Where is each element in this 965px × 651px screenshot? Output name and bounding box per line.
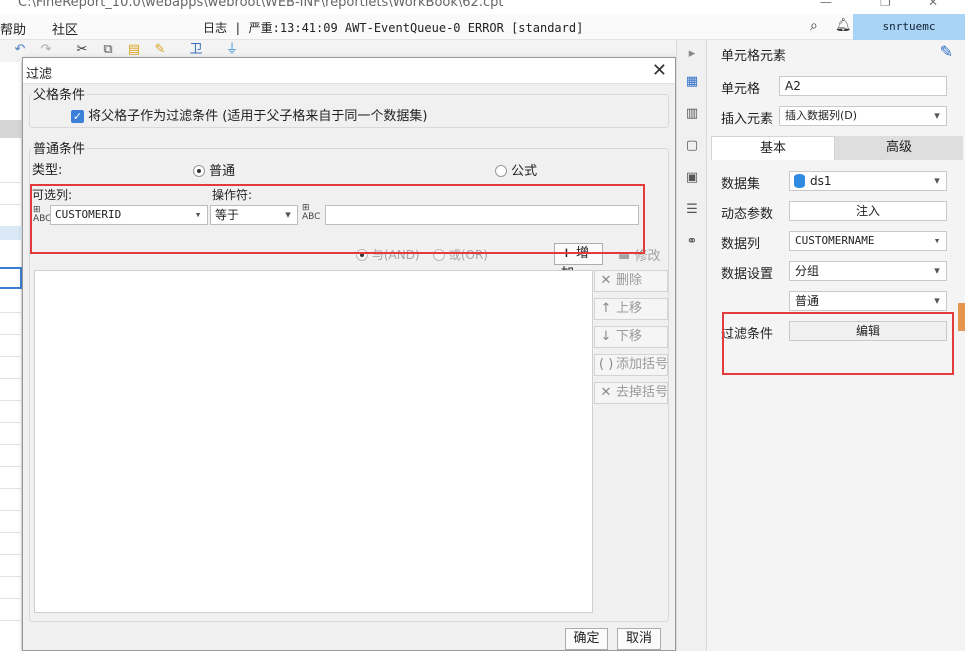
search-icon[interactable]: ⌕ (810, 18, 818, 34)
cancel-button[interactable]: 取消 (617, 628, 661, 650)
redo-icon[interactable]: ↷ (38, 42, 54, 58)
remove-bracket-icon: ✕ (600, 385, 612, 400)
dialog-title-bar: 过滤 ✕ (23, 58, 675, 84)
panel-title: 单元格元素 (721, 49, 787, 64)
copy-icon[interactable]: ⧉ (100, 42, 116, 58)
maximize-icon[interactable]: ❐ (880, 0, 891, 9)
move-down-button[interactable]: ↓ 下移 (594, 326, 668, 348)
add-bracket-button[interactable]: ( ) 添加括号 (594, 354, 668, 376)
tab-basic[interactable]: 基本 (711, 136, 835, 160)
chevron-down-icon[interactable]: ▾ (928, 232, 946, 250)
close-window-icon[interactable]: ✕ (928, 0, 938, 9)
menu-bar: 帮助 社区 日志 | 严重:13:41:09 AWT-EventQueue-0 … (0, 14, 965, 40)
data-column-label: 数据列 (721, 237, 761, 252)
window-title-bar: C:\FineReport_10.0\webapps\webroot\WEB-I… (0, 0, 965, 14)
parent-filter-option[interactable]: ✓ 将父格子作为过滤条件 (适用于父子格来自于同一个数据集) (71, 105, 427, 124)
condition-list[interactable] (34, 270, 593, 613)
delete-button[interactable]: ✕ 删除 (594, 270, 668, 292)
data-setting-mode-value: 普通 (795, 294, 820, 308)
text-icon[interactable]: 卫 (188, 42, 204, 58)
inject-button[interactable]: 注入 (789, 201, 947, 221)
selected-cell[interactable] (0, 267, 22, 289)
row-header-highlight (0, 226, 22, 240)
parent-filter-checkbox[interactable]: ✓ (71, 110, 84, 123)
format-brush-icon[interactable]: ✎ (152, 42, 168, 58)
parent-condition-label: 父格条件 (31, 84, 88, 103)
remove-bracket-button[interactable]: ✕ 去掉括号 (594, 382, 668, 404)
insert-element-label: 插入元素 (721, 112, 774, 127)
panel-tabs: 基本 高级 (709, 136, 965, 160)
chevron-down-icon[interactable]: ▾ (928, 107, 946, 125)
delete-button-label: 删除 (616, 273, 643, 288)
dialog-title: 过滤 (26, 67, 53, 82)
highlight-box-filter (722, 312, 954, 375)
add-bracket-label: 添加括号 (616, 357, 669, 372)
window-path: C:\FineReport_10.0\webapps\webroot\WEB-I… (18, 0, 504, 10)
dynamic-param-label: 动态参数 (721, 207, 774, 222)
pencil-icon[interactable]: ✎ (940, 42, 953, 61)
column-header (0, 120, 22, 138)
menu-community[interactable]: 社区 (52, 19, 78, 38)
collapse-arrow-icon[interactable]: ▸ (683, 45, 701, 63)
cell-attribute-icon[interactable]: ▥ (683, 105, 701, 123)
dataset-value: ds1 (810, 174, 832, 188)
cell-input[interactable]: A2 (779, 76, 947, 96)
normal-condition-label: 普通条件 (31, 138, 88, 157)
cell-input-value: A2 (785, 79, 801, 93)
user-account[interactable]: snrtuemc (853, 14, 965, 40)
parent-filter-checkbox-label: 将父格子作为过滤条件 (适用于父子格来自于同一个数据集) (88, 109, 428, 124)
plugin-icon[interactable]: ⏚ (224, 42, 240, 58)
data-column-select[interactable]: CUSTOMERNAME ▾ (789, 231, 947, 251)
type-formula-radio[interactable]: 公式 (495, 160, 537, 179)
paste-icon[interactable]: ▤ (126, 42, 142, 58)
spreadsheet-grid[interactable] (0, 62, 22, 651)
widget-icon[interactable]: ▣ (683, 169, 701, 187)
chevron-down-icon[interactable]: ▾ (928, 172, 946, 190)
radio-normal-indicator[interactable] (193, 165, 205, 177)
chevron-down-icon[interactable]: ▾ (928, 292, 946, 310)
condition-attribute-icon[interactable]: ☰ (683, 201, 701, 219)
menu-help[interactable]: 帮助 (0, 19, 26, 38)
dataset-label: 数据集 (721, 177, 761, 192)
log-status[interactable]: 日志 | 严重:13:41:09 AWT-EventQueue-0 ERROR … (203, 19, 583, 36)
hyperlink-icon[interactable]: ⚭ (683, 233, 701, 251)
arrow-up-icon: ↑ (600, 301, 612, 316)
radio-formula-label: 公式 (511, 164, 538, 179)
move-down-label: 下移 (616, 329, 643, 344)
data-setting-mode-select[interactable]: 普通 ▾ (789, 291, 947, 311)
data-column-value: CUSTOMERNAME (795, 234, 875, 247)
radio-formula-indicator[interactable] (495, 165, 507, 177)
tab-advanced[interactable]: 高级 (835, 136, 963, 160)
radio-normal-label: 普通 (209, 164, 236, 179)
dataset-select[interactable]: ds1 ▾ (789, 171, 947, 191)
float-element-icon[interactable]: ▢ (683, 137, 701, 155)
minimize-icon[interactable]: — (820, 0, 832, 9)
database-icon (794, 174, 805, 188)
filter-dialog: 过滤 ✕ 父格条件 ✓ 将父格子作为过滤条件 (适用于父子格来自于同一个数据集)… (22, 57, 676, 651)
cell-label: 单元格 (721, 82, 761, 97)
data-setting-select[interactable]: 分组 ▾ (789, 261, 947, 281)
move-up-button[interactable]: ↑ 上移 (594, 298, 668, 320)
remove-bracket-label: 去掉括号 (616, 385, 669, 400)
data-setting-label: 数据设置 (721, 267, 774, 282)
undo-icon[interactable]: ↶ (12, 42, 28, 58)
cell-element-icon[interactable]: ▦ (683, 73, 701, 91)
ok-button[interactable]: 确定 (565, 628, 608, 650)
insert-element-select[interactable]: 插入数据列(D) ▾ (779, 106, 947, 126)
bracket-icon: ( ) (599, 357, 614, 372)
chevron-down-icon[interactable]: ▾ (928, 262, 946, 280)
scroll-accent (958, 303, 965, 331)
bell-icon[interactable]: 🔔︎ (835, 18, 852, 33)
type-normal-radio[interactable]: 普通 (193, 160, 235, 179)
highlight-box-condition (30, 184, 645, 254)
data-setting-value: 分组 (795, 264, 820, 278)
delete-icon: ✕ (600, 273, 612, 288)
side-icon-strip: ▸ ▦ ▥ ▢ ▣ ☰ ⚭ (676, 40, 706, 651)
close-icon[interactable]: ✕ (652, 60, 667, 81)
cut-icon[interactable]: ✂ (74, 42, 90, 58)
move-up-label: 上移 (616, 301, 643, 316)
insert-element-value: 插入数据列(D) (785, 109, 858, 122)
type-label: 类型: (32, 163, 63, 178)
arrow-down-icon: ↓ (600, 329, 612, 344)
